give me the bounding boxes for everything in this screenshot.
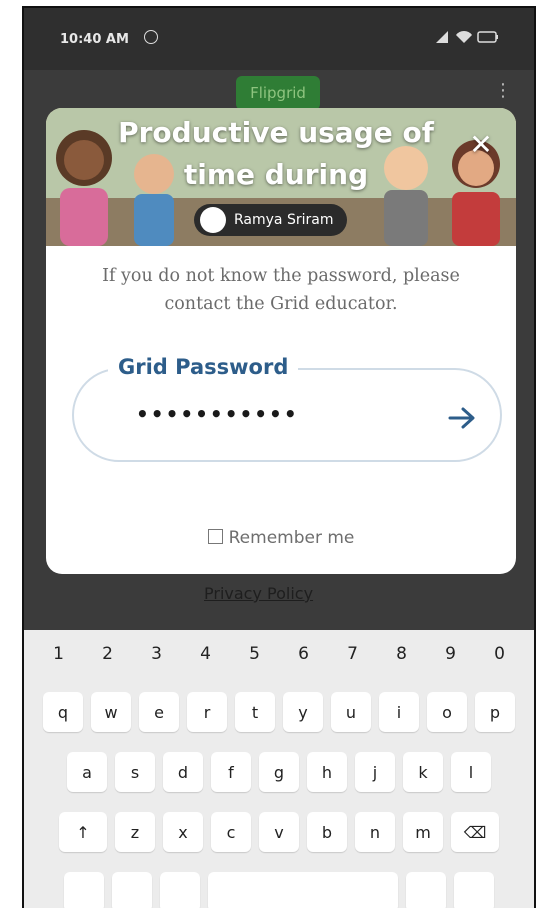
key-5[interactable]: 5 [249, 644, 260, 664]
status-bar: 10:40 AM [24, 8, 534, 70]
key-row-4 [24, 872, 534, 908]
app-logo: Flipgrid [236, 76, 320, 110]
enter-key[interactable] [454, 872, 494, 908]
number-row: 1 2 3 4 5 6 7 8 9 0 [24, 644, 534, 664]
checkbox-icon[interactable] [207, 529, 223, 544]
key-x[interactable]: x [163, 812, 203, 852]
key-9[interactable]: 9 [445, 644, 456, 664]
close-icon[interactable]: ✕ [464, 128, 498, 162]
emoji-key[interactable] [112, 872, 152, 908]
key-a[interactable]: a [67, 752, 107, 792]
key-z[interactable]: z [115, 812, 155, 852]
key-s[interactable]: s [115, 752, 155, 792]
key-l[interactable]: l [451, 752, 491, 792]
key-row-2: a s d f g h j k l [24, 752, 534, 792]
key-r[interactable]: r [187, 692, 227, 732]
privacy-policy-link[interactable]: Privacy Policy [204, 584, 313, 603]
key-q[interactable]: q [43, 692, 83, 732]
key-w[interactable]: w [91, 692, 131, 732]
password-hint: If you do not know the password, please … [102, 266, 460, 314]
soft-keyboard: 1 2 3 4 5 6 7 8 9 0 q w e r t y u i o p … [24, 630, 534, 908]
key-b[interactable]: b [307, 812, 347, 852]
key-0[interactable]: 0 [494, 644, 505, 664]
backspace-icon[interactable]: ⌫ [451, 812, 499, 852]
dialog-title: Productive usage of time during [118, 116, 434, 191]
key-n[interactable]: n [355, 812, 395, 852]
dialog-banner: Productive usage of time during ✕ Ramya … [46, 108, 516, 246]
key-o[interactable]: o [427, 692, 467, 732]
password-label: Grid Password [108, 354, 299, 380]
key-d[interactable]: d [163, 752, 203, 792]
comma-key[interactable] [160, 872, 200, 908]
key-v[interactable]: v [259, 812, 299, 852]
user-name: Ramya Sriram [234, 212, 334, 228]
key-row-1: q w e r t y u i o p [24, 692, 534, 732]
key-t[interactable]: t [235, 692, 275, 732]
key-4[interactable]: 4 [200, 644, 211, 664]
period-key[interactable] [406, 872, 446, 908]
phone-screen: 10:40 AM Flipgrid ⋮ Productive usage of … [22, 6, 536, 908]
key-1[interactable]: 1 [53, 644, 64, 664]
key-g[interactable]: g [259, 752, 299, 792]
key-y[interactable]: y [283, 692, 323, 732]
key-8[interactable]: 8 [396, 644, 407, 664]
key-j[interactable]: j [355, 752, 395, 792]
key-6[interactable]: 6 [298, 644, 309, 664]
key-e[interactable]: e [139, 692, 179, 732]
key-f[interactable]: f [211, 752, 251, 792]
password-dialog: Productive usage of time during ✕ Ramya … [46, 108, 516, 574]
user-chip: Ramya Sriram [194, 204, 348, 236]
arrow-right-icon[interactable] [442, 398, 482, 438]
space-key[interactable] [208, 872, 398, 908]
clock-icon [144, 30, 158, 44]
key-k[interactable]: k [403, 752, 443, 792]
key-c[interactable]: c [211, 812, 251, 852]
remember-me-row[interactable]: Remember me [46, 528, 516, 548]
key-m[interactable]: m [403, 812, 443, 852]
password-input[interactable]: ••••••••••• [136, 402, 299, 426]
menu-icon[interactable]: ⋮ [494, 80, 512, 101]
avatar [200, 207, 226, 233]
key-u[interactable]: u [331, 692, 371, 732]
key-p[interactable]: p [475, 692, 515, 732]
key-i[interactable]: i [379, 692, 419, 732]
key-row-3: ↑ z x c v b n m ⌫ [24, 812, 534, 852]
signal-icon [436, 31, 498, 43]
remember-me-label: Remember me [228, 528, 355, 548]
key-3[interactable]: 3 [151, 644, 162, 664]
key-h[interactable]: h [307, 752, 347, 792]
symbols-key[interactable] [64, 872, 104, 908]
shift-icon[interactable]: ↑ [59, 812, 107, 852]
key-7[interactable]: 7 [347, 644, 358, 664]
status-time: 10:40 AM [60, 32, 129, 47]
key-2[interactable]: 2 [102, 644, 113, 664]
